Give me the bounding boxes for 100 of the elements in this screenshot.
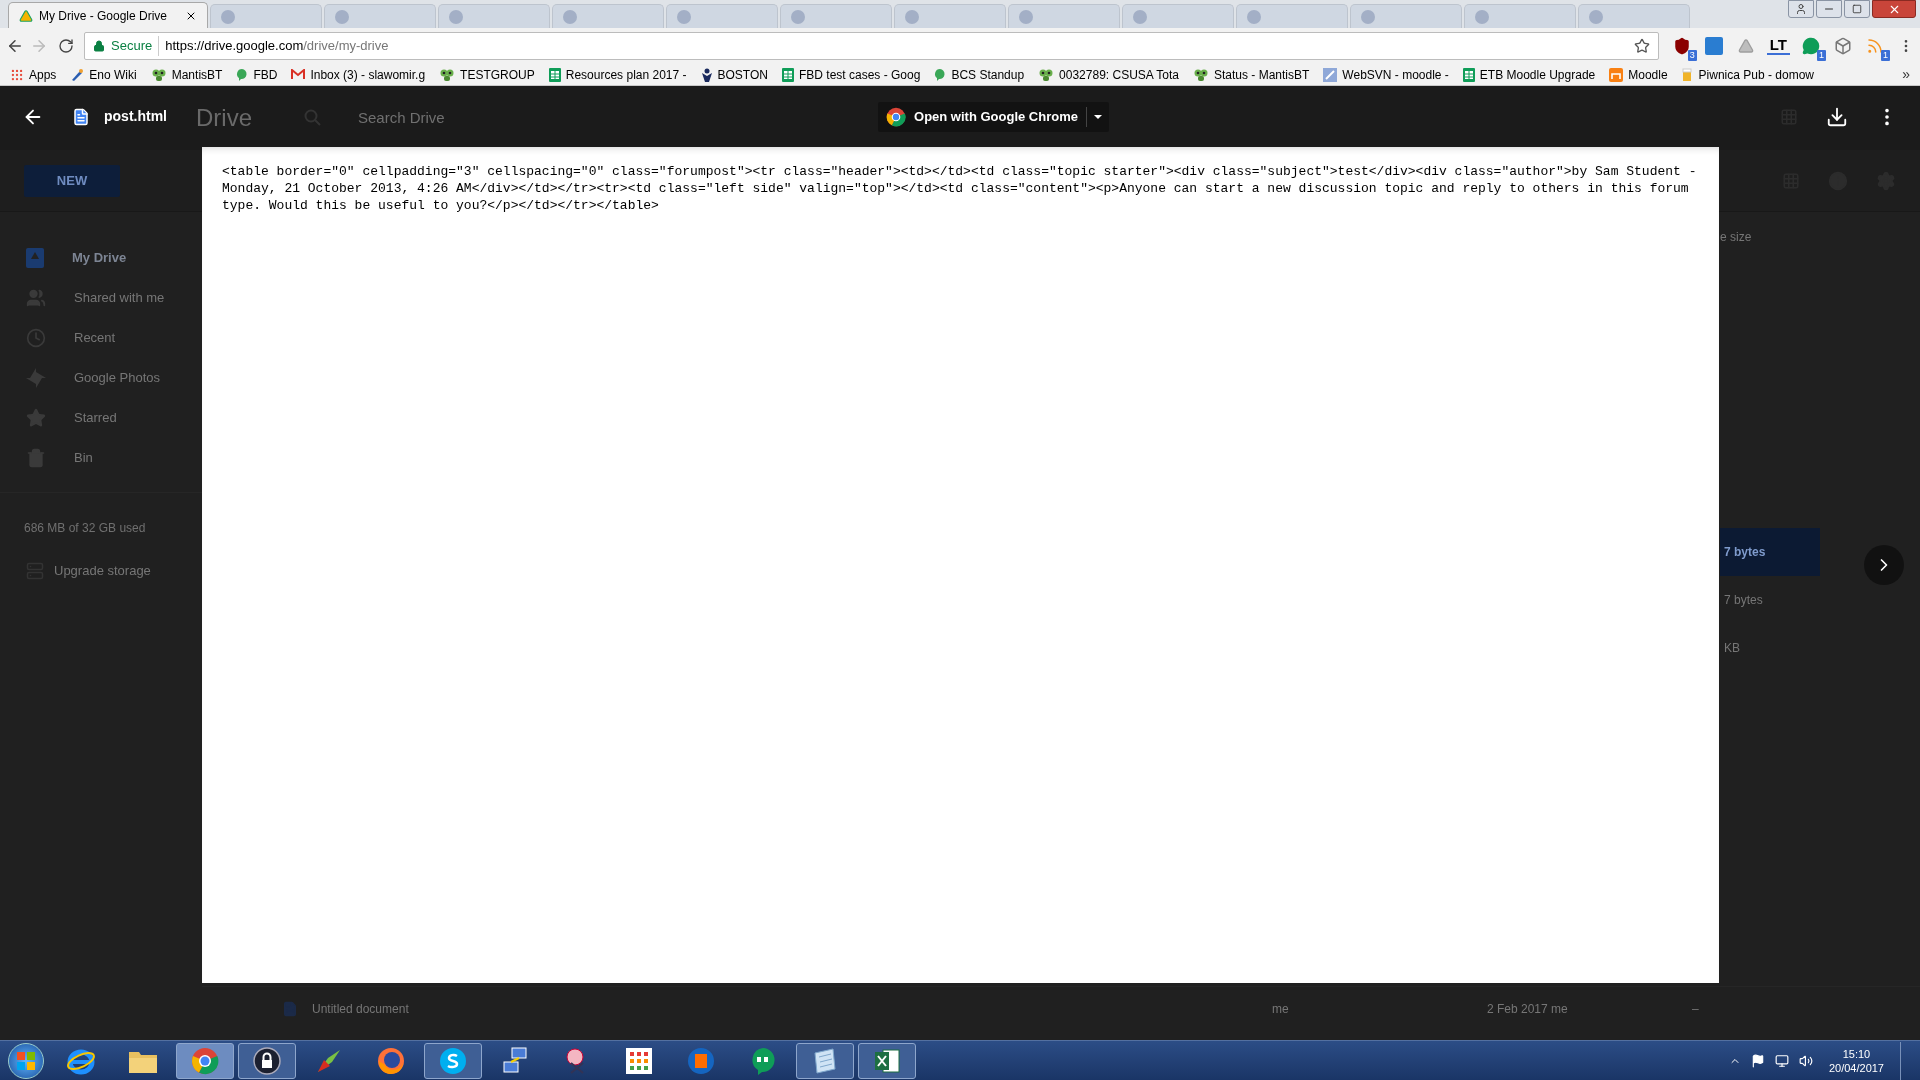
- more-bookmarks-button[interactable]: »: [1902, 64, 1910, 85]
- taskbar-app-button[interactable]: [424, 1042, 482, 1079]
- address-bar[interactable]: Secure https://drive.google.com/drive/my-drive: [84, 32, 1659, 60]
- favicon-icon: [1019, 9, 1033, 24]
- file-row[interactable]: KB: [1720, 624, 1820, 672]
- bookmark-star-icon[interactable]: [1633, 38, 1650, 54]
- flag-icon[interactable]: [1750, 1053, 1765, 1068]
- start-button[interactable]: [8, 1042, 44, 1079]
- shield-icon[interactable]: [1672, 37, 1691, 55]
- bookmark-link[interactable]: WebSVN - moodle -: [1323, 65, 1449, 84]
- badge-count: 1: [1881, 50, 1890, 61]
- triangle-icon[interactable]: [1737, 38, 1754, 54]
- nav-item[interactable]: Starred: [0, 398, 202, 438]
- taskbar-app-button[interactable]: [858, 1042, 916, 1079]
- network-icon[interactable]: [1774, 1053, 1789, 1068]
- bookmark-link[interactable]: Inbox (3) - slawomir.g: [291, 65, 426, 84]
- minimize-button[interactable]: [1816, 0, 1842, 18]
- spreadsheet-icon: [782, 67, 794, 82]
- file-row[interactable]: Untitled document me 2 Feb 2017 me –: [202, 986, 1920, 1030]
- notepad-icon: [811, 1046, 839, 1075]
- favicon-icon: [221, 9, 235, 24]
- browser-tab[interactable]: My Drive - Google Drive: [8, 2, 208, 28]
- apps-grid-icon: [626, 1047, 652, 1074]
- extension-button[interactable]: LT: [1766, 37, 1790, 55]
- column-header: e size: [1720, 229, 1753, 246]
- open-with-button[interactable]: Open with Google Chrome: [878, 101, 1109, 132]
- clock-button[interactable]: 15:10 20/04/2017: [1822, 1046, 1890, 1075]
- file-row[interactable]: 7 bytes: [1720, 576, 1820, 624]
- bookmark-link[interactable]: BCS Standup: [934, 65, 1025, 84]
- new-button[interactable]: NEW: [24, 164, 120, 197]
- favicon-icon: [449, 9, 463, 24]
- bookmark-link[interactable]: Status - MantisBT: [1192, 65, 1310, 84]
- favicon-icon: [1475, 9, 1489, 24]
- favicon-icon: [335, 9, 349, 24]
- spreadsheet-x-icon: [873, 1046, 901, 1075]
- bookmark-link[interactable]: TESTGROUP: [439, 65, 535, 84]
- nav-item[interactable]: Google Photos: [0, 358, 202, 398]
- bookmark-link[interactable]: Piwnica Pub - domow: [1681, 65, 1814, 84]
- upgrade-storage-link[interactable]: Upgrade storage: [0, 561, 202, 581]
- people-icon: [26, 288, 46, 308]
- bug-icon: [1038, 67, 1055, 82]
- bookmark-link[interactable]: Apps: [10, 65, 57, 84]
- favicon-icon: [563, 9, 577, 24]
- document-icon: [72, 107, 90, 126]
- favicon-icon: [1361, 9, 1375, 24]
- person-icon: [700, 67, 713, 82]
- url-text: https://drive.google.com/drive/my-drive: [165, 37, 389, 56]
- file-name: post.html: [104, 107, 167, 126]
- bookmark-link[interactable]: ETB Moodle Upgrade: [1462, 65, 1596, 84]
- maximize-button[interactable]: [1844, 0, 1870, 18]
- bookmark-link[interactable]: FBD test cases - Goog: [782, 65, 921, 84]
- user-icon: [1795, 3, 1807, 15]
- bookmark-link[interactable]: FBD: [236, 65, 278, 84]
- favicon-icon: [1589, 9, 1603, 24]
- fox-globe-icon: [377, 1046, 405, 1075]
- triangle-icon: [19, 8, 33, 23]
- padlock-icon: [253, 1046, 281, 1075]
- profile-button[interactable]: [1788, 0, 1814, 18]
- bookmark-link[interactable]: Moodle: [1609, 65, 1668, 84]
- favicon-icon: [905, 9, 919, 24]
- nav-item[interactable]: My Drive: [0, 238, 202, 278]
- square-app-icon: [687, 1046, 715, 1075]
- bookmark-link[interactable]: 0032789: CSUSA Tota: [1038, 65, 1179, 84]
- code-text: <table border="0" cellpadding="3" cellspacing="0" class="forumpost"><tr class="header"><td></td><td class="topic starter"><div class="subject">test</div><div class="author">by Sam Student - Monday, 21 October 2013, 4:26 AM</div></td></tr><tr><td class="left side" valign="top"></td><td class="content"><p>Anyone can start a new discussion topic and reply to others in this forum type. Would this be useful to you?</p></td></tr></table>: [222, 163, 1698, 214]
- bookmark-link[interactable]: BOSTON: [700, 65, 768, 84]
- favicon-icon: [677, 9, 691, 24]
- mail-icon: [291, 69, 306, 80]
- s-logo-icon[interactable]: [1704, 37, 1723, 55]
- cube-icon[interactable]: [1834, 37, 1852, 55]
- back-icon[interactable]: [6, 37, 24, 55]
- taskbar-app-button[interactable]: [796, 1042, 854, 1079]
- favicon-icon: [1133, 9, 1147, 24]
- clock-icon: [26, 328, 46, 348]
- s-logo-icon: [439, 1046, 467, 1075]
- drive-icon: [26, 248, 44, 268]
- taskbar-app-button[interactable]: [238, 1042, 296, 1079]
- reload-icon[interactable]: [58, 38, 74, 54]
- favicon-icon: [1247, 9, 1261, 24]
- pen-icon: [70, 67, 85, 82]
- rss-icon[interactable]: [1866, 37, 1884, 55]
- close-button[interactable]: [1872, 0, 1916, 18]
- bookmark-link[interactable]: Resources plan 2017 -: [548, 65, 687, 84]
- nav-item[interactable]: Bin: [0, 438, 202, 478]
- network-computers-icon: [500, 1045, 530, 1076]
- storage-text: 686 MB of 32 GB used: [24, 521, 146, 535]
- file-row[interactable]: 7 bytes: [1720, 528, 1820, 576]
- chat-bubble-icon: [934, 67, 947, 82]
- chat-bubble-icon[interactable]: [1802, 37, 1820, 55]
- search-field[interactable]: Search Drive: [358, 106, 445, 130]
- nav-item[interactable]: Recent: [0, 318, 202, 358]
- volume-icon[interactable]: [1798, 1053, 1813, 1068]
- badge-count: 1: [1817, 50, 1826, 61]
- badge-count: 3: [1687, 50, 1697, 61]
- search-icon: [304, 109, 322, 127]
- bookmark-link[interactable]: Eno Wiki: [70, 65, 137, 84]
- spreadsheet-icon: [1462, 67, 1475, 82]
- chat-bubble-icon: [750, 1046, 776, 1075]
- nav-item[interactable]: Shared with me: [0, 278, 202, 318]
- bookmark-link[interactable]: MantisBT: [150, 65, 223, 84]
- download-icon[interactable]: [1826, 105, 1848, 128]
